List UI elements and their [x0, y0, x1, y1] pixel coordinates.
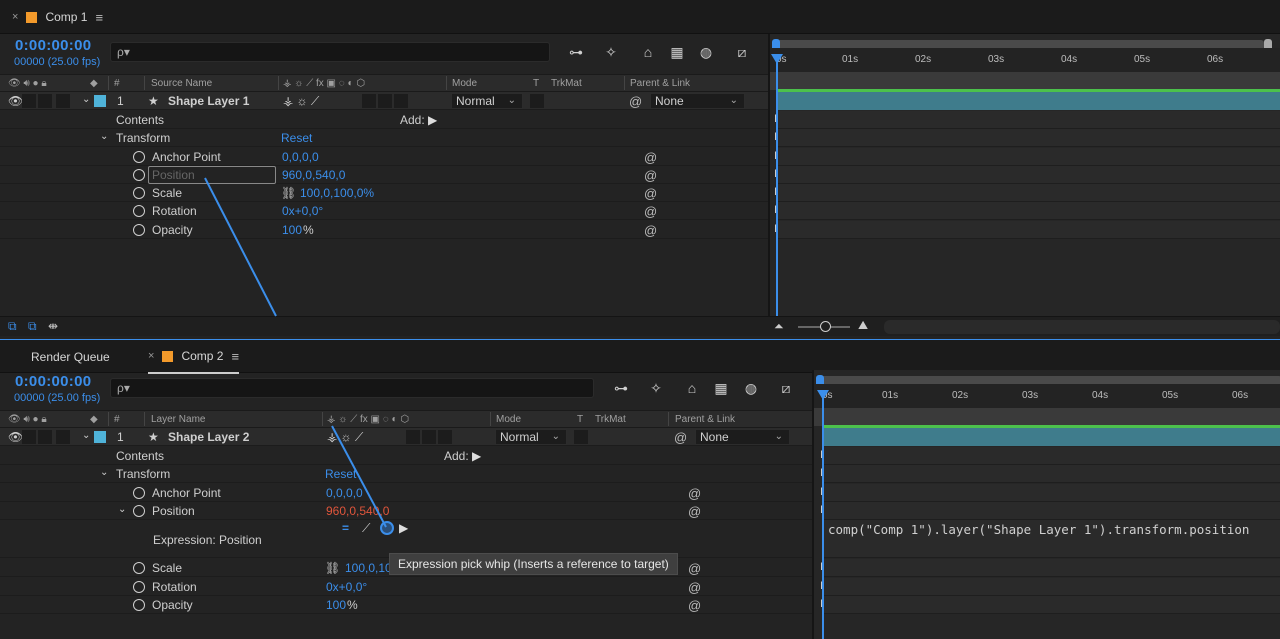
- pick-whip-tooltip: Expression pick whip (Inserts a referenc…: [389, 553, 678, 575]
- pick-whip-line: [204, 177, 387, 528]
